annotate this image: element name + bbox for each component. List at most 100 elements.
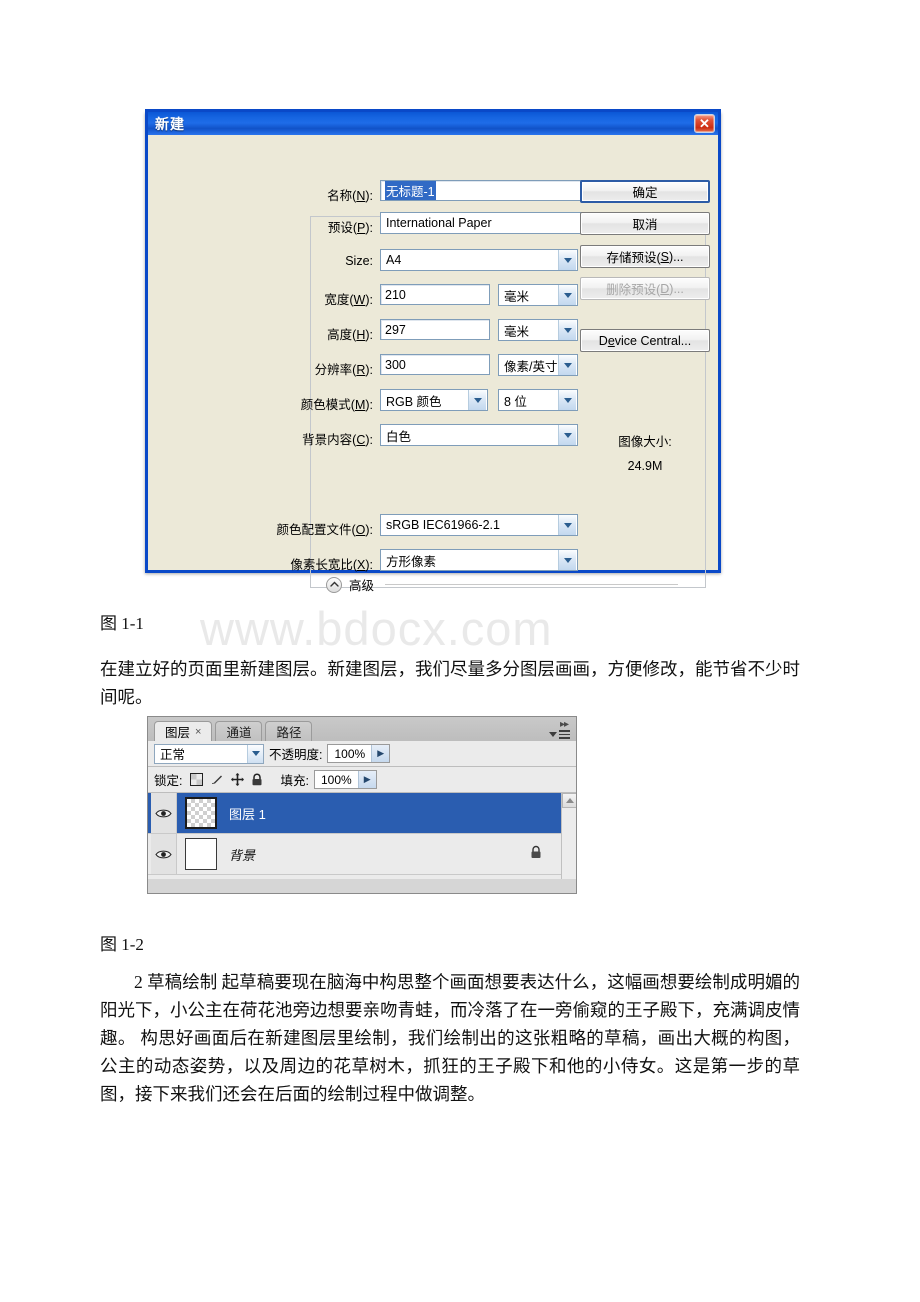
- background-contents-value: 白色: [386, 429, 412, 444]
- dialog-title: 新建: [155, 115, 185, 132]
- lock-all-icon[interactable]: [251, 773, 263, 786]
- resolution-label: 分辨率(R):: [314, 363, 373, 377]
- layers-list: 图层 1 背景: [148, 793, 576, 879]
- chevron-down-icon[interactable]: [558, 250, 576, 270]
- color-profile-label: 颜色配置文件(O):: [276, 523, 373, 537]
- tab-layers[interactable]: 图层 ×: [154, 721, 213, 741]
- height-unit-select[interactable]: 毫米: [498, 319, 578, 341]
- panel-menu-lines-icon: [559, 730, 570, 739]
- cancel-button[interactable]: 取消: [580, 212, 710, 235]
- layer-thumbnail[interactable]: [185, 838, 217, 870]
- chevron-down-icon[interactable]: [558, 355, 576, 375]
- close-icon[interactable]: ✕: [694, 114, 715, 133]
- pixel-aspect-ratio-select[interactable]: 方形像素: [380, 549, 578, 571]
- layer-name: 图层 1: [229, 806, 266, 822]
- device-central-button[interactable]: De vice Central...: [580, 329, 710, 352]
- image-size-value: 24.9M: [627, 459, 663, 473]
- ok-button[interactable]: 确定: [580, 180, 710, 203]
- chevron-down-icon[interactable]: [558, 425, 576, 445]
- width-unit-value: 毫米: [504, 289, 530, 304]
- dialog-titlebar: 新建 ✕: [145, 109, 721, 135]
- width-unit-select[interactable]: 毫米: [498, 284, 578, 306]
- background-contents-label: 背景内容(C):: [302, 433, 373, 447]
- opacity-field[interactable]: 100% ▶: [327, 744, 391, 763]
- pixel-aspect-ratio-value: 方形像素: [386, 554, 437, 569]
- resolution-input[interactable]: 300: [380, 354, 490, 375]
- tab-close-icon[interactable]: ×: [195, 726, 201, 738]
- layer-visibility-icon[interactable]: [151, 834, 177, 874]
- color-profile-value: sRGB IEC61966-2.1: [386, 518, 500, 532]
- layer-name: 背景: [229, 847, 256, 863]
- height-label: 高度(H):: [327, 328, 373, 342]
- scroll-up-icon[interactable]: [562, 793, 576, 808]
- figure-1-1-caption: 图 1-1: [100, 614, 144, 633]
- fill-stepper-icon[interactable]: ▶: [357, 771, 376, 788]
- paragraph-2: 2 草稿绘制 起草稿要现在脑海中构思整个画面想要表达什么，这幅画想要绘制成明媚的…: [100, 972, 800, 1104]
- panel-menu-triangle-icon: [549, 731, 557, 737]
- new-document-dialog: 新建 ✕ 名称(N): 无标题-1 预设(P): International P…: [145, 109, 721, 593]
- resolution-unit-value: 像素/英寸: [504, 359, 558, 374]
- layer-visibility-icon[interactable]: [151, 793, 177, 833]
- preset-label: 预设(P):: [327, 221, 373, 235]
- advanced-divider: [385, 584, 678, 585]
- fill-value: 100%: [320, 772, 352, 787]
- lock-position-icon[interactable]: [231, 773, 245, 786]
- tab-paths-label: 路径: [276, 726, 302, 740]
- fill-label: 填充:: [280, 774, 309, 788]
- advanced-label: 高级: [349, 579, 375, 593]
- panel-menu-icon[interactable]: [549, 730, 570, 739]
- opacity-value: 100%: [334, 746, 366, 761]
- lock-image-icon[interactable]: [210, 773, 224, 786]
- size-value: A4: [386, 253, 402, 267]
- color-mode-select[interactable]: RGB 颜色: [380, 389, 488, 411]
- tab-channels[interactable]: 通道: [215, 721, 263, 741]
- table-row[interactable]: 背景: [148, 834, 576, 875]
- bit-depth-value: 8 位: [504, 394, 527, 409]
- blend-mode-select[interactable]: 正常: [154, 743, 264, 764]
- chevron-down-icon[interactable]: [558, 390, 576, 410]
- bit-depth-select[interactable]: 8 位: [498, 389, 578, 411]
- chevron-down-icon[interactable]: [558, 515, 576, 535]
- layers-panel: 图层 × 通道 路径 ▸▸ 正常 不透明度: 100% ▶ 锁定: 填充: 10…: [147, 716, 577, 894]
- document-page: www.bdocx.com 新建 ✕ 名称(N): 无标题-1 预设(P): I…: [0, 0, 920, 1302]
- name-input-value: 无标题-1: [385, 181, 436, 200]
- opacity-stepper-icon[interactable]: ▶: [371, 745, 390, 762]
- chevron-down-icon[interactable]: [468, 390, 486, 410]
- advanced-section-header[interactable]: 高级: [326, 575, 678, 594]
- chevron-down-icon[interactable]: [247, 744, 263, 763]
- delete-preset-button: 删除预设(D)...: [580, 277, 710, 300]
- lock-transparency-icon[interactable]: [190, 773, 204, 786]
- figure-1-2-caption: 图 1-2: [100, 935, 144, 954]
- chevron-down-icon[interactable]: [558, 285, 576, 305]
- height-unit-value: 毫米: [504, 324, 530, 339]
- dialog-body: 名称(N): 无标题-1 预设(P): International Paper …: [148, 138, 718, 596]
- watermark-text: www.bdocx.com: [200, 602, 553, 655]
- height-input[interactable]: 297: [380, 319, 490, 340]
- width-input[interactable]: 210: [380, 284, 490, 305]
- pixel-aspect-ratio-label: 像素长宽比(X):: [290, 558, 373, 572]
- lock-icons-group: [190, 773, 263, 786]
- collapse-panel-icon[interactable]: ▸▸: [560, 719, 569, 730]
- lock-label: 锁定:: [154, 774, 183, 788]
- tab-paths[interactable]: 路径: [265, 721, 313, 741]
- name-label: 名称(N):: [327, 189, 373, 203]
- save-preset-button[interactable]: 存储预设(S)...: [580, 245, 710, 268]
- layers-scrollbar[interactable]: [561, 793, 576, 879]
- color-profile-select[interactable]: sRGB IEC61966-2.1: [380, 514, 578, 536]
- fill-field[interactable]: 100% ▶: [313, 770, 377, 789]
- chevron-up-icon[interactable]: [326, 576, 342, 593]
- paragraph-1: 在建立好的页面里新建图层。新建图层，我们尽量多分图层画画，方便修改，能节省不少时…: [100, 659, 800, 707]
- size-select[interactable]: A4: [380, 249, 578, 271]
- height-value: 297: [385, 322, 406, 337]
- layer-thumbnail[interactable]: [185, 797, 217, 829]
- color-mode-value: RGB 颜色: [386, 394, 442, 409]
- chevron-down-icon[interactable]: [558, 550, 576, 570]
- chevron-down-icon[interactable]: [558, 320, 576, 340]
- background-contents-select[interactable]: 白色: [380, 424, 578, 446]
- table-row[interactable]: 图层 1: [148, 793, 576, 834]
- width-label: 宽度(W):: [324, 293, 373, 307]
- tab-channels-label: 通道: [226, 726, 252, 740]
- color-mode-label: 颜色模式(M):: [300, 398, 373, 412]
- resolution-unit-select[interactable]: 像素/英寸: [498, 354, 578, 376]
- opacity-label: 不透明度:: [269, 748, 323, 762]
